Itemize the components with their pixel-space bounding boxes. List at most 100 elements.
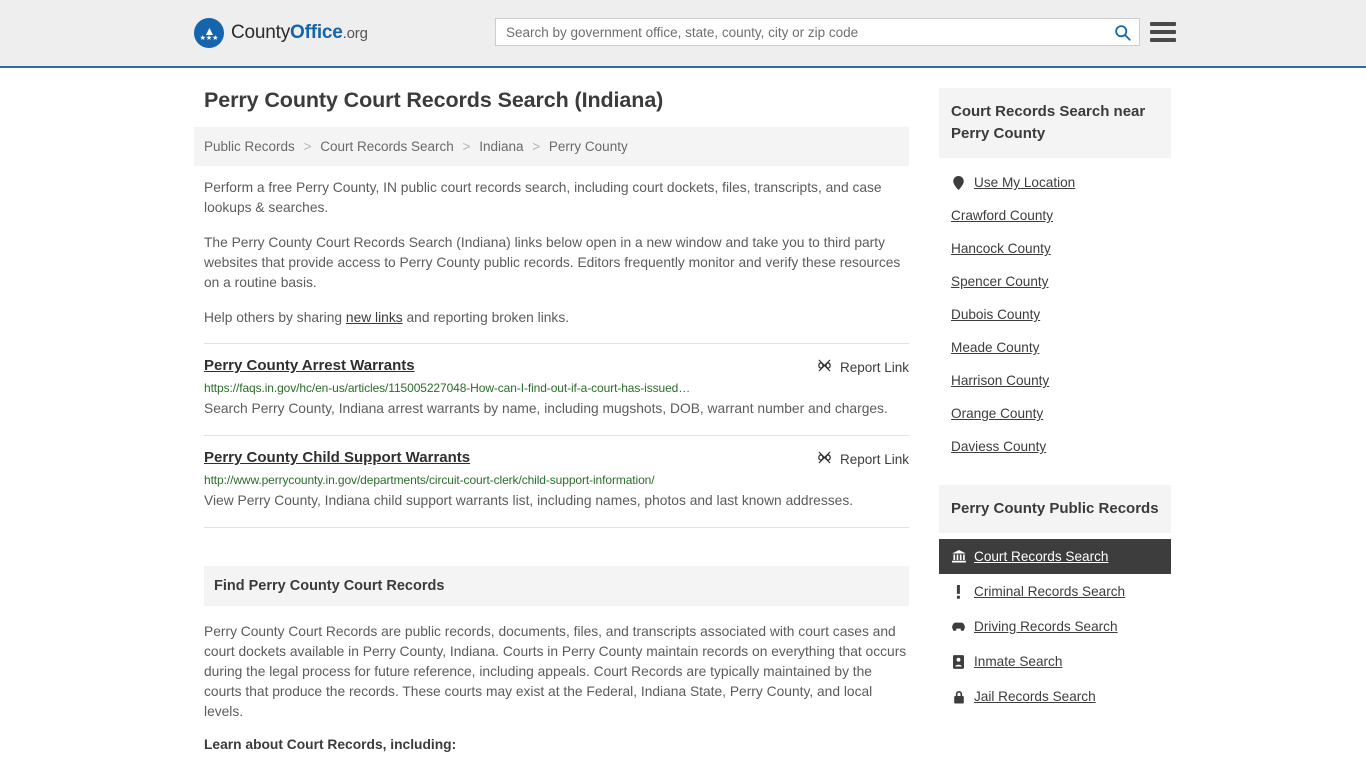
sidebar-item-label: Orange County (951, 406, 1044, 421)
nearby-counties-box: Court Records Search near Perry County U… (939, 88, 1171, 463)
breadcrumb-separator: > (303, 139, 312, 154)
breadcrumb-item-perry-county[interactable]: Perry County (549, 139, 628, 154)
list-item: Orange County (939, 397, 1171, 430)
list-item: Inmate Search (939, 644, 1171, 679)
broken-link-icon (817, 358, 832, 376)
result-item: Perry County Arrest Warrants Report Link… (204, 343, 909, 436)
result-url[interactable]: http://www.perrycounty.in.gov/department… (204, 473, 909, 487)
result-title-link[interactable]: Perry County Child Support Warrants (204, 449, 470, 466)
list-item: Daviess County (939, 430, 1171, 463)
sidebar-item-criminal-records-search[interactable]: Criminal Records Search (939, 574, 1171, 609)
result-header: Perry County Arrest Warrants Report Link (204, 357, 909, 376)
sidebar-item-label: Hancock County (951, 241, 1051, 256)
report-link-button[interactable]: Report Link (817, 358, 909, 376)
list-item: Court Records Search (939, 539, 1171, 574)
breadcrumb-separator: > (532, 139, 541, 154)
hamburger-menu-icon[interactable] (1150, 19, 1176, 45)
help-others-line: Help others by sharing new links and rep… (204, 308, 909, 328)
brand-part-org: .org (342, 25, 368, 42)
brand-wordmark: CountyOffice.org (231, 22, 368, 44)
sidebar-item-jail-records-search[interactable]: Jail Records Search (939, 679, 1171, 714)
learn-about-subheading: Learn about Court Records, including: (204, 737, 457, 752)
list-item: Dubois County (939, 298, 1171, 331)
site-logo-link[interactable]: ▲ ★★★ CountyOffice.org (194, 18, 368, 48)
public-records-box: Perry County Public Records Court Record… (939, 485, 1171, 714)
report-link-label: Report Link (839, 359, 909, 375)
search-icon[interactable] (1105, 19, 1139, 45)
result-item: Perry County Child Support Warrants Repo… (204, 436, 909, 528)
sidebar-item-spencer-county[interactable]: Spencer County (939, 265, 1171, 298)
help-text-before: Help others by sharing (204, 310, 346, 325)
sidebar-item-inmate-search[interactable]: Inmate Search (939, 644, 1171, 679)
sidebar-item-harrison-county[interactable]: Harrison County (939, 364, 1171, 397)
sidebar-item-label: Use My Location (974, 175, 1076, 190)
exclamation-icon (951, 584, 966, 599)
result-header: Perry County Child Support Warrants Repo… (204, 449, 909, 468)
sidebar-item-driving-records-search[interactable]: Driving Records Search (939, 609, 1171, 644)
sidebar-item-label: Spencer County (951, 274, 1049, 289)
sidebar-item-orange-county[interactable]: Orange County (939, 397, 1171, 430)
intro-paragraph-1: Perform a free Perry County, IN public c… (204, 180, 882, 215)
id-badge-icon (951, 654, 966, 669)
nearby-counties-list: Use My Location Crawford County Hancock … (939, 158, 1171, 463)
new-links-link[interactable]: new links (346, 310, 403, 325)
sidebar-item-daviess-county[interactable]: Daviess County (939, 430, 1171, 463)
report-link-button[interactable]: Report Link (817, 450, 909, 468)
sidebar-item-label: Dubois County (951, 307, 1041, 322)
sidebar-item-label: Criminal Records Search (974, 584, 1126, 599)
sidebar-item-label: Driving Records Search (974, 619, 1118, 634)
lock-icon (951, 690, 966, 704)
result-url[interactable]: https://faqs.in.gov/hc/en-us/articles/11… (204, 381, 909, 395)
result-title-link[interactable]: Perry County Arrest Warrants (204, 357, 415, 374)
main-content: Perry County Court Records Search (India… (194, 88, 909, 752)
sidebar: Court Records Search near Perry County U… (939, 88, 1171, 752)
sidebar-item-court-records-search[interactable]: Court Records Search (939, 539, 1171, 574)
help-text-after: and reporting broken links. (402, 310, 570, 325)
sidebar-item-crawford-county[interactable]: Crawford County (939, 199, 1171, 232)
list-item: Criminal Records Search (939, 574, 1171, 609)
search-input[interactable] (496, 19, 1105, 45)
list-item: Jail Records Search (939, 679, 1171, 714)
breadcrumb: Public Records > Court Records Search > … (194, 127, 909, 166)
map-pin-icon (951, 175, 966, 190)
sidebar-item-label: Harrison County (951, 373, 1050, 388)
sidebar-item-label: Meade County (951, 340, 1040, 355)
nearby-counties-title: Court Records Search near Perry County (939, 88, 1171, 158)
sidebar-item-label: Court Records Search (974, 549, 1109, 564)
sidebar-item-meade-county[interactable]: Meade County (939, 331, 1171, 364)
breadcrumb-item-court-records-search[interactable]: Court Records Search (320, 139, 454, 154)
public-records-title: Perry County Public Records (939, 485, 1171, 533)
result-description: View Perry County, Indiana child support… (204, 493, 854, 508)
find-court-records-section: Find Perry County Court Records Perry Co… (204, 566, 909, 752)
breadcrumb-item-public-records[interactable]: Public Records (204, 139, 295, 154)
find-section-heading: Find Perry County Court Records (204, 566, 909, 606)
find-section-paragraph: Perry County Court Records are public re… (204, 624, 907, 719)
eagle-stars-emblem-icon: ▲ ★★★ (194, 18, 224, 48)
search-bar (495, 18, 1140, 46)
brand-part-county: County (231, 22, 291, 43)
page-title: Perry County Court Records Search (India… (204, 88, 664, 112)
courthouse-icon (951, 550, 966, 563)
list-item: Harrison County (939, 364, 1171, 397)
sidebar-item-label: Crawford County (951, 208, 1053, 223)
breadcrumb-separator: > (462, 139, 471, 154)
sidebar-item-dubois-county[interactable]: Dubois County (939, 298, 1171, 331)
list-item: Crawford County (939, 199, 1171, 232)
sidebar-item-label: Jail Records Search (974, 689, 1096, 704)
sidebar-item-use-my-location[interactable]: Use My Location (939, 166, 1171, 199)
list-item: Use My Location (939, 166, 1171, 199)
broken-link-icon (817, 450, 832, 468)
breadcrumb-item-indiana[interactable]: Indiana (479, 139, 523, 154)
sidebar-item-hancock-county[interactable]: Hancock County (939, 232, 1171, 265)
brand-part-office: Office (290, 22, 343, 43)
report-link-label: Report Link (839, 451, 909, 467)
sidebar-item-label: Daviess County (951, 439, 1047, 454)
public-records-list: Court Records Search Criminal Records Se… (939, 533, 1171, 714)
site-header: ▲ ★★★ CountyOffice.org (0, 0, 1366, 68)
list-item: Driving Records Search (939, 609, 1171, 644)
intro-paragraph-2: The Perry County Court Records Search (I… (204, 235, 901, 290)
list-item: Spencer County (939, 265, 1171, 298)
list-item: Meade County (939, 331, 1171, 364)
car-icon (951, 621, 966, 632)
list-item: Hancock County (939, 232, 1171, 265)
